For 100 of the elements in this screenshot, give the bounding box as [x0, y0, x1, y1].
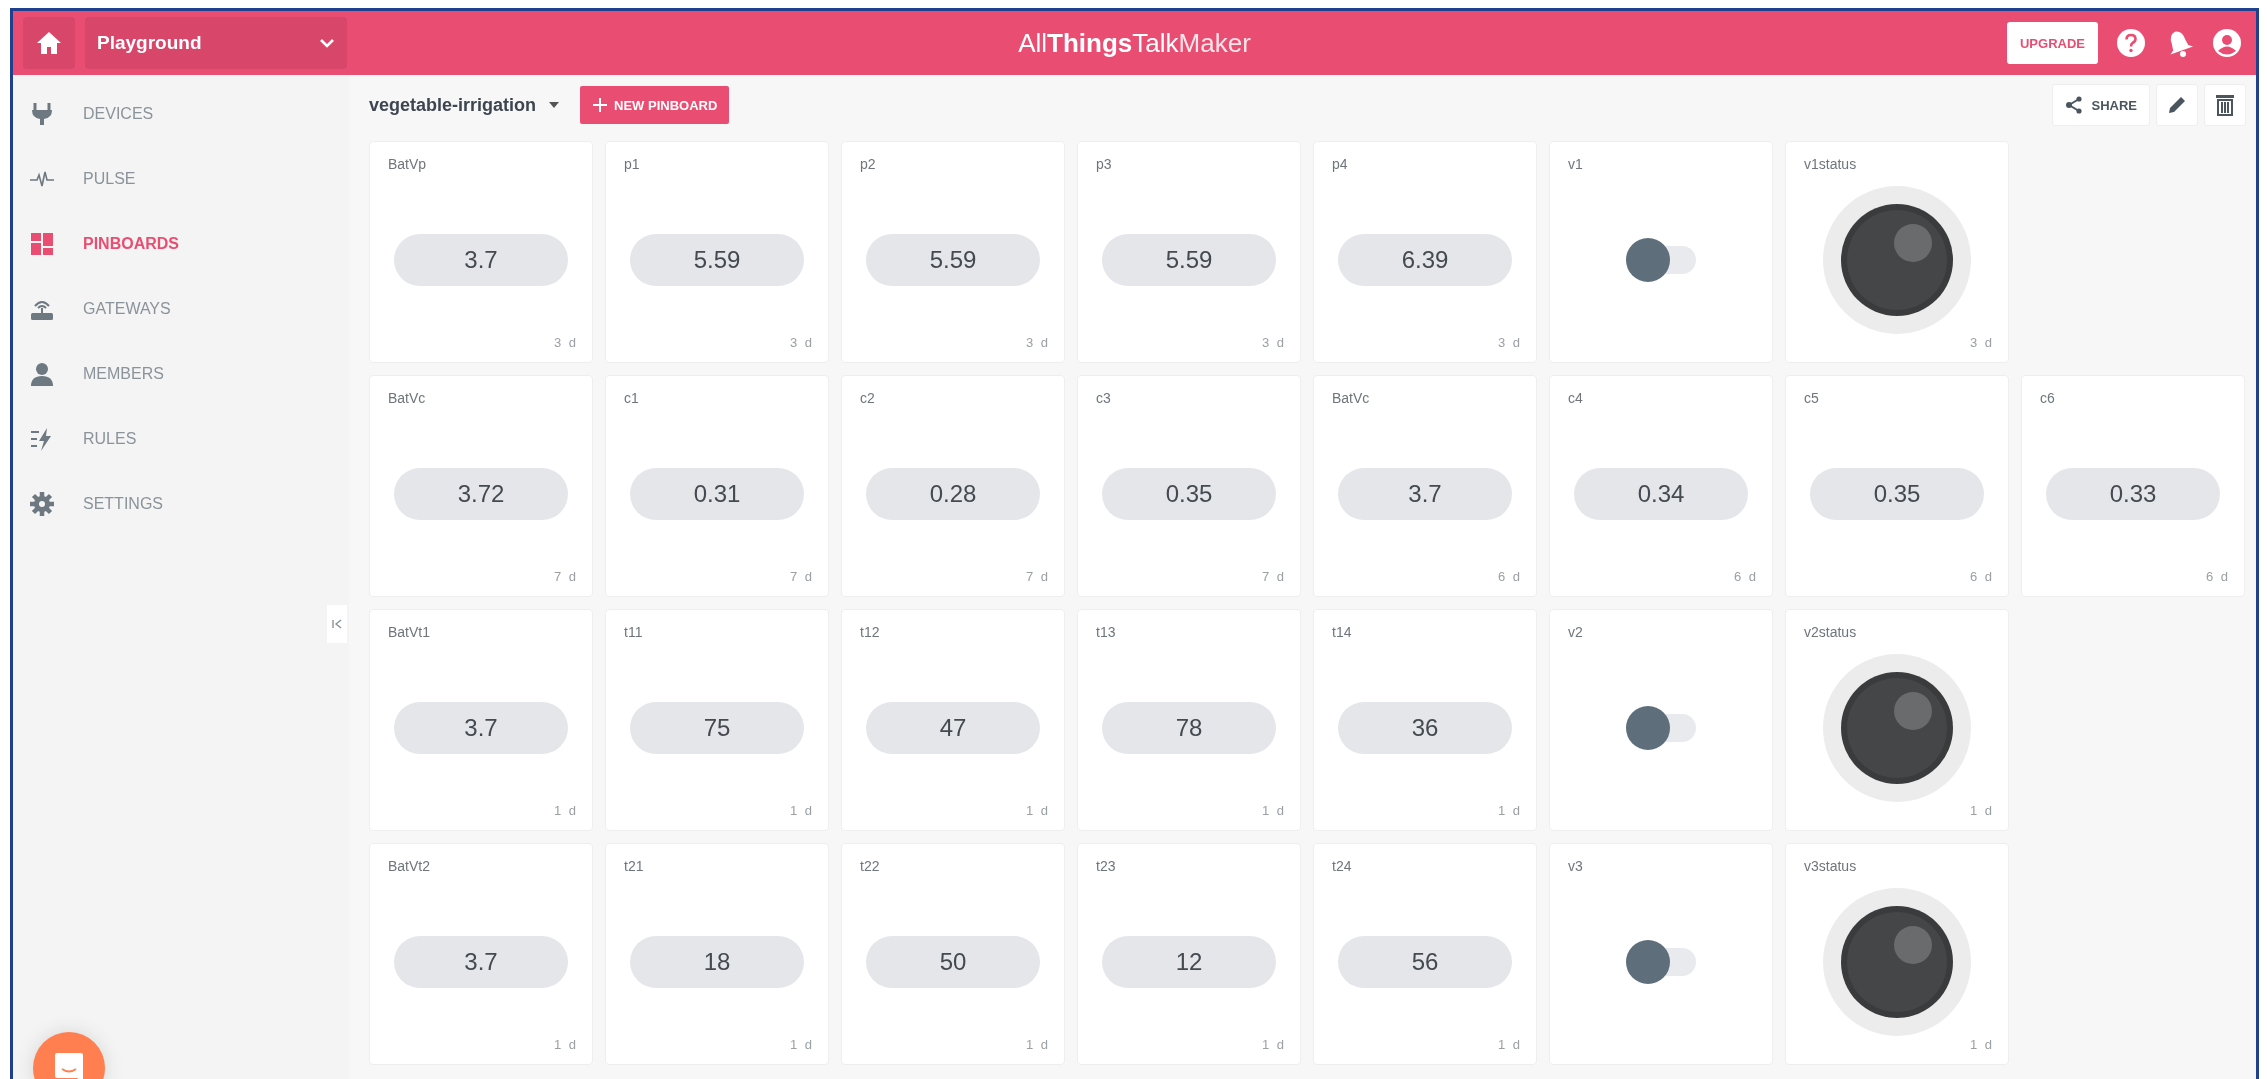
- pin-title: t24: [1332, 858, 1352, 874]
- last-updated-time: 1 d: [553, 803, 578, 818]
- dashboard-icon: [29, 230, 55, 257]
- sidebar-item[interactable]: PINBOARDS: [13, 211, 349, 276]
- chat-icon: [53, 1051, 85, 1079]
- toggle-switch[interactable]: [1626, 706, 1696, 750]
- value-display: 75: [630, 702, 804, 754]
- last-updated-time: 7 d: [789, 569, 814, 584]
- pinboard-selector[interactable]: vegetable-irrigation: [369, 94, 561, 116]
- last-updated-time: 1 d: [789, 803, 814, 818]
- last-updated-time: 7 d: [1025, 569, 1050, 584]
- sidebar-item[interactable]: RULES: [13, 406, 349, 471]
- home-icon: [36, 31, 62, 55]
- pin-title: v3status: [1804, 858, 1857, 874]
- value-display: 3.72: [394, 468, 568, 520]
- last-updated-time: 3 d: [553, 335, 578, 350]
- sidebar-item[interactable]: DEVICES: [13, 81, 349, 146]
- pin-title: p2: [860, 156, 876, 172]
- pin-title: c4: [1568, 390, 1583, 406]
- pin-title: c3: [1096, 390, 1111, 406]
- value-display: 6.39: [1338, 234, 1512, 286]
- collapse-icon: [331, 618, 343, 630]
- value-display: 78: [1102, 702, 1276, 754]
- pin-title: BatVt1: [388, 624, 431, 640]
- last-updated-time: 3 d: [1261, 335, 1286, 350]
- sidebar-item[interactable]: GATEWAYS: [13, 276, 349, 341]
- pin-title: c1: [624, 390, 639, 406]
- product-name: Maker: [1178, 27, 1251, 59]
- value-display: 0.28: [866, 468, 1040, 520]
- share-icon: [2065, 96, 2084, 114]
- last-updated-time: 6 d: [1497, 569, 1522, 584]
- chevron-down-icon: [319, 38, 335, 48]
- last-updated-time: 6 d: [2205, 569, 2230, 584]
- last-updated-time: 1 d: [1025, 803, 1050, 818]
- pin-title: BatVc: [388, 390, 426, 406]
- pin-title: BatVp: [388, 156, 427, 172]
- value-display: 0.35: [1810, 468, 1984, 520]
- pin-title: c2: [860, 390, 875, 406]
- value-display: 3.7: [394, 234, 568, 286]
- edit-button[interactable]: [2156, 84, 2198, 126]
- value-display: 5.59: [630, 234, 804, 286]
- value-display: 18: [630, 936, 804, 988]
- workspace-dropdown[interactable]: Playground: [85, 17, 347, 69]
- last-updated-time: 7 d: [1261, 569, 1286, 584]
- value-display: 5.59: [1102, 234, 1276, 286]
- pin-title: BatVc: [1332, 390, 1370, 406]
- sidebar-item[interactable]: SETTINGS: [13, 471, 349, 536]
- home-button[interactable]: [23, 17, 75, 69]
- pin-title: v3: [1568, 858, 1583, 874]
- collapse-sidebar-button[interactable]: [327, 605, 347, 643]
- share-button[interactable]: SHARE: [2052, 84, 2150, 126]
- pin-title: t23: [1096, 858, 1116, 874]
- pin-title: t13: [1096, 624, 1116, 640]
- value-display: 12: [1102, 936, 1276, 988]
- caret-icon: [548, 101, 561, 109]
- last-updated-time: 3 d: [789, 335, 814, 350]
- pin-title: p3: [1096, 156, 1112, 172]
- value-display: 0.34: [1574, 468, 1748, 520]
- new-pinboard-button[interactable]: NEW PINBOARD: [580, 86, 730, 124]
- value-display: 0.33: [2046, 468, 2220, 520]
- plug-icon: [29, 100, 55, 127]
- toggle-switch[interactable]: [1626, 940, 1696, 984]
- sidebar-item[interactable]: PULSE: [13, 146, 349, 211]
- pin-title: v2: [1568, 624, 1583, 640]
- pin-title: c6: [2040, 390, 2055, 406]
- last-updated-time: 7 d: [553, 569, 578, 584]
- last-updated-time: 1 d: [553, 1037, 578, 1052]
- pencil-icon: [2166, 94, 2188, 116]
- value-display: 56: [1338, 936, 1512, 988]
- help-icon[interactable]: [2116, 28, 2146, 58]
- last-updated-time: 3 d: [1497, 335, 1522, 350]
- delete-button[interactable]: [2204, 84, 2246, 126]
- pin-title: BatVt2: [388, 858, 431, 874]
- upgrade-button[interactable]: UPGRADE: [2007, 22, 2098, 64]
- last-updated-time: 1 d: [1497, 803, 1522, 818]
- pin-title: v1status: [1804, 156, 1857, 172]
- last-updated-time: 3 d: [1025, 335, 1050, 350]
- value-display: 50: [866, 936, 1040, 988]
- pin-title: v2status: [1804, 624, 1857, 640]
- account-icon[interactable]: [2212, 28, 2242, 58]
- last-updated-time: 1 d: [789, 1037, 814, 1052]
- pin-title: t11: [624, 624, 643, 640]
- last-updated-time: 6 d: [1733, 569, 1758, 584]
- last-updated-time: 1 d: [1261, 803, 1286, 818]
- trash-icon: [2214, 93, 2236, 117]
- last-updated-time: 3 d: [1969, 335, 1994, 350]
- value-display: 3.7: [394, 702, 568, 754]
- sidebar-item[interactable]: MEMBERS: [13, 341, 349, 406]
- pin-title: c5: [1804, 390, 1819, 406]
- pin-title: t14: [1332, 624, 1352, 640]
- value-display: 3.7: [1338, 468, 1512, 520]
- brand-logo: AllThingsTalk: [1018, 27, 1179, 59]
- last-updated-time: 1 d: [1497, 1037, 1522, 1052]
- pin-title: t12: [860, 624, 880, 640]
- toggle-switch[interactable]: [1626, 238, 1696, 282]
- pin-title: t21: [624, 858, 644, 874]
- pin-title: t22: [860, 858, 880, 874]
- value-display: 0.35: [1102, 468, 1276, 520]
- pin-title: v1: [1568, 156, 1583, 172]
- pin-title: p4: [1332, 156, 1348, 172]
